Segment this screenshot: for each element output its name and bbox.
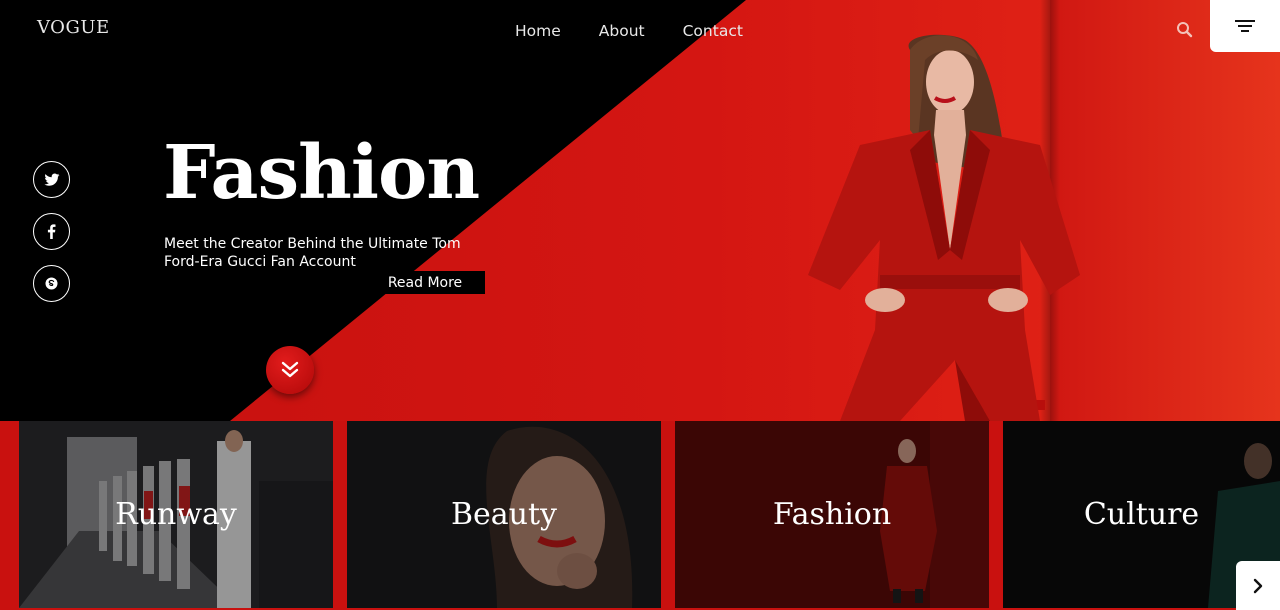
hero-subtitle: Meet the Creator Behind the Ultimate Tom… (164, 236, 461, 270)
category-strip: Runway Beauty Fashion Culture (0, 421, 1280, 610)
category-label-fashion: Fashion (772, 497, 892, 532)
next-slide-button[interactable] (1236, 561, 1280, 610)
category-card-beauty[interactable]: Beauty (347, 421, 661, 608)
category-card-fashion[interactable]: Fashion (675, 421, 989, 608)
hero-title: Fashion (163, 130, 480, 216)
facebook-button[interactable] (33, 213, 70, 250)
skype-button[interactable] (33, 265, 70, 302)
double-chevron-down-icon (281, 361, 299, 378)
category-card-runway[interactable]: Runway (19, 421, 333, 608)
brand-logo[interactable]: VOGUE (37, 17, 110, 38)
category-label-runway: Runway (115, 497, 237, 532)
main-nav: Home About Contact (515, 22, 743, 40)
twitter-icon (43, 173, 59, 186)
category-label-beauty: Beauty (450, 497, 557, 532)
twitter-button[interactable] (33, 161, 70, 198)
hero-model-image (808, 34, 1080, 421)
menu-button[interactable] (1210, 0, 1280, 52)
nav-contact-link[interactable]: Contact (683, 22, 743, 40)
nav-home-link[interactable]: Home (515, 22, 561, 40)
category-label-culture: Culture (1083, 497, 1200, 532)
hamburger-filter-icon (1235, 20, 1255, 32)
hero-section: VOGUE Home About Contact Fashion Meet th… (0, 0, 1280, 421)
scroll-down-button[interactable] (266, 346, 314, 394)
nav-about-link[interactable]: About (599, 22, 645, 40)
facebook-icon (47, 224, 56, 239)
skype-icon (45, 277, 58, 290)
search-icon[interactable] (1174, 19, 1196, 41)
read-more-button[interactable]: Read More (365, 271, 485, 294)
chevron-right-icon (1253, 578, 1263, 593)
